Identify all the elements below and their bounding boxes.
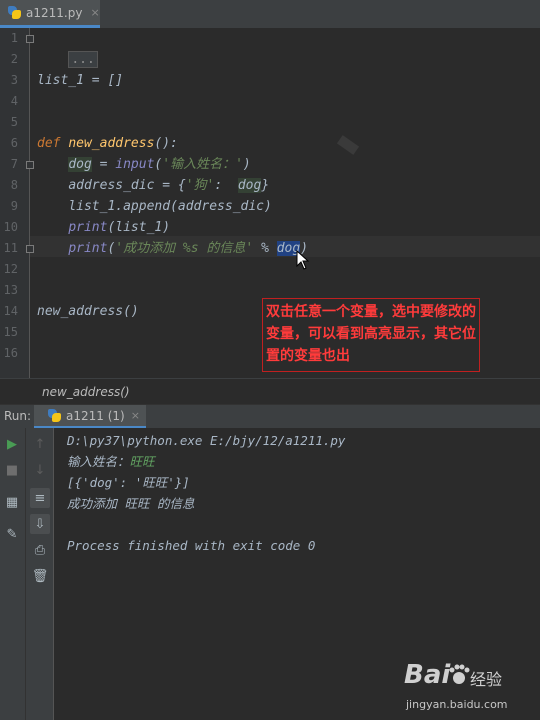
console-message: 成功添加 旺旺 的信息 xyxy=(67,496,195,511)
line-number: 12 xyxy=(3,262,18,276)
collapsed-imports[interactable]: ... xyxy=(68,51,98,68)
annotation-box: 双击任意一个变量，选中要修改的变量，可以看到高亮显示，其它位置的变量也出 xyxy=(262,298,480,372)
fold-end-icon[interactable] xyxy=(26,245,34,253)
line-number: 6 xyxy=(10,136,18,150)
line-number: 3 xyxy=(10,73,18,87)
fold-expand-icon[interactable] xyxy=(26,35,34,43)
console-command: D:\py37\python.exe E:/bjy/12/a1211.py xyxy=(67,433,346,448)
fold-collapse-icon[interactable] xyxy=(26,161,34,169)
code-line-4: list_1 = [] xyxy=(37,73,124,88)
python-run-icon xyxy=(48,409,61,422)
console-exit-status: Process finished with exit code 0 xyxy=(67,538,316,553)
run-label: Run: xyxy=(4,409,32,423)
console-toolbar: ↑ ↓ ≡ ⇩ ⎙ 🗑 xyxy=(26,428,54,720)
line-number: 2 xyxy=(10,52,18,66)
scroll-marker xyxy=(336,135,360,155)
console-input-value: 旺旺 xyxy=(129,454,155,469)
trash-icon[interactable]: 🗑 xyxy=(30,566,50,586)
layout-icon[interactable]: ▦ xyxy=(2,492,22,512)
soft-wrap-icon[interactable]: ≡ xyxy=(30,488,50,508)
code-line-15: new_address() xyxy=(37,304,139,319)
tab-filename: a1211.py xyxy=(26,5,83,20)
down-arrow-icon[interactable]: ↓ xyxy=(30,460,50,480)
line-number-gutter: 1 2 3 4 5 6 7 8 9 10 11 12 13 14 15 16 xyxy=(0,28,30,378)
scroll-to-end-icon[interactable]: ⇩ xyxy=(30,514,50,534)
line-number: 10 xyxy=(3,220,18,234)
mouse-cursor-icon xyxy=(296,250,310,270)
line-number: 16 xyxy=(3,346,18,360)
watermark-url: jingyan.baidu.com xyxy=(406,698,508,711)
python-file-icon xyxy=(8,6,21,19)
run-tab-label: a1211 (1) xyxy=(66,408,125,423)
breadcrumb-item[interactable]: new_address() xyxy=(42,385,130,399)
baidu-jingyan-watermark: Bai 经验 jingyan.baidu.com xyxy=(404,658,534,716)
breadcrumb[interactable]: new_address() xyxy=(0,378,540,404)
line-number: 1 xyxy=(10,31,18,45)
line-number: 11 xyxy=(3,241,18,255)
line-number: 8 xyxy=(10,178,18,192)
rerun-icon[interactable]: ▶ xyxy=(2,434,22,454)
line-number: 5 xyxy=(10,115,18,129)
run-side-toolbar: ▶ ■ ▦ ✎ xyxy=(0,428,26,720)
line-number: 7 xyxy=(10,157,18,171)
print-icon[interactable]: ⎙ xyxy=(30,540,50,560)
line-number: 9 xyxy=(10,199,18,213)
console-list-output: [{'dog': '旺旺'}] xyxy=(67,475,190,490)
code-line-7: def new_address(): xyxy=(37,136,178,151)
code-line-10: list_1.append(address_dic) xyxy=(68,199,272,214)
line-number: 13 xyxy=(3,283,18,297)
line-number: 4 xyxy=(10,94,18,108)
line-number: 15 xyxy=(3,325,18,339)
code-line-8: dog = input('输入姓名：') xyxy=(68,157,251,172)
code-line-11: print(list_1) xyxy=(68,220,171,235)
stop-icon[interactable]: ■ xyxy=(2,460,22,480)
pin-icon[interactable]: ✎ xyxy=(2,524,22,544)
tab-a1211-py[interactable]: a1211.py × xyxy=(0,0,100,28)
line-number: 14 xyxy=(3,304,18,318)
paw-icon xyxy=(449,664,470,684)
code-line-9: address_dic = {'狗': dog} xyxy=(68,178,270,193)
up-arrow-icon[interactable]: ↑ xyxy=(30,434,50,454)
run-tab-a1211[interactable]: a1211 (1) × xyxy=(34,405,146,429)
watermark-logo-text: Bai xyxy=(404,660,451,690)
close-tab-icon[interactable]: × xyxy=(90,6,99,19)
close-run-tab-icon[interactable]: × xyxy=(131,409,140,422)
console-prompt-line: 输入姓名：旺旺 xyxy=(67,454,155,469)
watermark-brand: 经验 xyxy=(470,670,503,689)
code-line-12: print('成功添加 %s 的信息' % dog) xyxy=(68,241,309,256)
editor-tab-bar: a1211.py × xyxy=(0,0,540,29)
run-toolbar: Run: a1211 (1) × xyxy=(0,404,540,430)
